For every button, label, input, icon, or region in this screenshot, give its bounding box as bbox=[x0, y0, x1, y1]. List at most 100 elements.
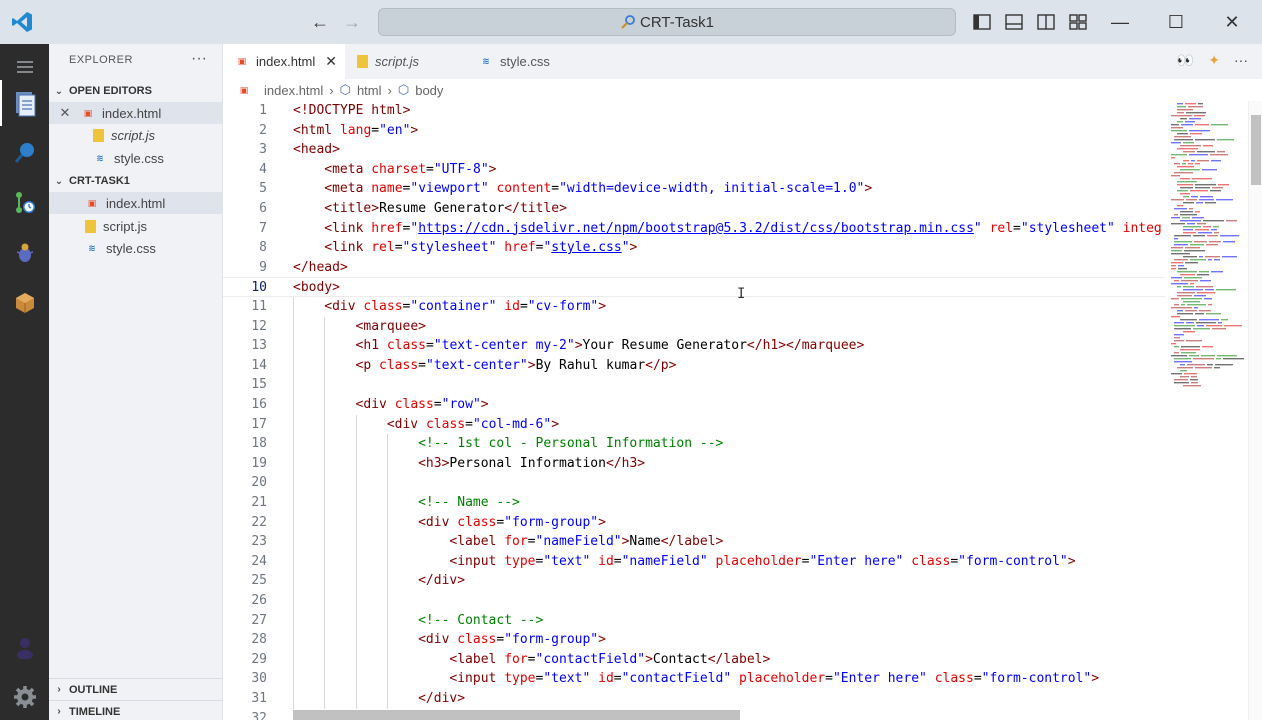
settings-gear-icon[interactable] bbox=[0, 674, 49, 720]
code-line[interactable]: 11 <div class="container" id="cv-form"> bbox=[223, 297, 1165, 317]
code-editor[interactable]: 1 <!DOCTYPE html> 2 <html lang="en"> 3 <head>… bbox=[223, 101, 1165, 720]
live-share-icon[interactable]: ✦ bbox=[1208, 52, 1220, 69]
js-file-icon bbox=[85, 219, 96, 233]
customize-layout-icon[interactable] bbox=[1068, 12, 1088, 32]
folder-section[interactable]: ⌄ CRT-TASK1 bbox=[49, 171, 223, 191]
minimap-line bbox=[1191, 160, 1195, 162]
code-line[interactable]: 29 <label for="contactField">Contact</lab… bbox=[223, 650, 1165, 670]
code-line[interactable]: 31 </div> bbox=[223, 689, 1165, 709]
more-actions-icon[interactable]: ··· bbox=[191, 50, 207, 68]
code-line[interactable]: 5 <meta name="viewport" content="width=de… bbox=[223, 179, 1165, 199]
minimap-line bbox=[1186, 199, 1197, 201]
code-line[interactable]: 21 <!-- Name --> bbox=[223, 493, 1165, 513]
horizontal-scroll-thumb[interactable] bbox=[293, 710, 740, 720]
minimap-line bbox=[1203, 226, 1211, 228]
forward-arrow-icon[interactable]: → bbox=[341, 11, 363, 33]
minimap-line bbox=[1189, 154, 1208, 156]
minimap-line bbox=[1191, 376, 1197, 378]
code-line[interactable]: 3 <head> bbox=[223, 140, 1165, 160]
tab-script-js[interactable]: script.js bbox=[345, 44, 467, 79]
code-line[interactable]: 13 <h1 class="text-center my-2">Your Resu… bbox=[223, 336, 1165, 356]
minimap-line bbox=[1174, 352, 1179, 354]
code-line[interactable]: 30 <input type="text" id="contactField" p… bbox=[223, 669, 1165, 689]
toggle-panel-icon[interactable] bbox=[1004, 12, 1024, 32]
minimap-line bbox=[1208, 304, 1212, 306]
back-arrow-icon[interactable]: ← bbox=[309, 11, 331, 33]
toggle-secondary-sidebar-icon[interactable] bbox=[1036, 12, 1056, 32]
code-line[interactable]: 10 <body> bbox=[223, 277, 1165, 297]
file-item-index[interactable]: ▣ index.html bbox=[49, 192, 222, 214]
more-actions-icon[interactable]: ··· bbox=[1234, 52, 1248, 69]
toggle-primary-sidebar-icon[interactable] bbox=[972, 12, 992, 32]
close-window-icon[interactable]: ✕ bbox=[1220, 10, 1244, 34]
code-line[interactable]: 1 <!DOCTYPE html> bbox=[223, 101, 1165, 121]
minimap-line bbox=[1214, 367, 1220, 369]
minimap-line bbox=[1204, 298, 1212, 300]
close-icon[interactable]: ✕ bbox=[325, 53, 337, 70]
code-line[interactable]: 20 bbox=[223, 473, 1165, 493]
vertical-scroll-thumb[interactable] bbox=[1251, 115, 1261, 185]
file-item-style[interactable]: ≋ style.css bbox=[49, 237, 222, 259]
code-line[interactable]: 7 <link href="https://cdn.jsdelivr.net/np… bbox=[223, 219, 1165, 239]
code-line[interactable]: 9 </head> bbox=[223, 258, 1165, 278]
minimap-line bbox=[1203, 145, 1213, 147]
code-line[interactable]: 12 <marquee> bbox=[223, 317, 1165, 337]
code-line[interactable]: 19 <h3>Personal Information</h3> bbox=[223, 454, 1165, 474]
minimap-line bbox=[1182, 217, 1190, 219]
breadcrumb-item[interactable]: html bbox=[357, 83, 382, 98]
code-line[interactable]: 18 <!-- 1st col - Personal Information --… bbox=[223, 434, 1165, 454]
maximize-icon[interactable]: ☐ bbox=[1164, 10, 1188, 34]
outline-section[interactable]: › OUTLINE bbox=[49, 678, 223, 700]
code-line[interactable]: 26 bbox=[223, 591, 1165, 611]
minimize-icon[interactable]: — bbox=[1108, 10, 1132, 34]
breadcrumb-item[interactable]: index.html bbox=[264, 83, 323, 98]
code-line[interactable]: 27 <!-- Contact --> bbox=[223, 611, 1165, 631]
minimap-line bbox=[1217, 355, 1237, 357]
breadcrumb-item[interactable]: body bbox=[415, 83, 443, 98]
code-line[interactable]: 2 <html lang="en"> bbox=[223, 121, 1165, 141]
code-line[interactable]: 14 <p class="text-center">By Rahul kumar<… bbox=[223, 356, 1165, 376]
minimap-line bbox=[1221, 319, 1228, 321]
open-editors-section[interactable]: ⌄ OPEN EDITORS bbox=[49, 81, 223, 101]
preview-icon[interactable]: 👀 bbox=[1177, 52, 1194, 69]
file-item-script[interactable]: script.js bbox=[49, 215, 222, 237]
minimap[interactable] bbox=[1165, 101, 1248, 720]
minimap-line bbox=[1212, 328, 1226, 330]
code-line[interactable]: 15 bbox=[223, 375, 1165, 395]
html-file-icon: ▣ bbox=[239, 84, 249, 95]
minimap-line bbox=[1210, 190, 1221, 192]
tab-style-css[interactable]: ≋ style.css bbox=[467, 44, 589, 79]
code-line[interactable]: 6 <title>Resume Generator</title> bbox=[223, 199, 1165, 219]
minimap-line bbox=[1183, 289, 1203, 291]
close-icon[interactable]: ✕ bbox=[49, 105, 81, 121]
minimap-line bbox=[1200, 280, 1211, 282]
open-editor-item-style[interactable]: ≋ style.css bbox=[49, 147, 222, 169]
line-number: 10 bbox=[251, 280, 267, 296]
code-text: <meta name="viewport" content="width=dev… bbox=[324, 181, 873, 197]
tab-index-html[interactable]: ▣ index.html ✕ bbox=[223, 44, 345, 79]
run-debug-icon[interactable] bbox=[0, 230, 49, 276]
search-view-icon[interactable] bbox=[0, 130, 49, 176]
code-line[interactable]: 16 <div class="row"> bbox=[223, 395, 1165, 415]
minimap-line bbox=[1180, 211, 1193, 213]
timeline-section[interactable]: › TIMELINE bbox=[49, 700, 223, 722]
code-line[interactable]: 25 </div> bbox=[223, 571, 1165, 591]
extensions-icon[interactable] bbox=[0, 280, 49, 326]
code-line[interactable]: 22 <div class="form-group"> bbox=[223, 513, 1165, 533]
open-editor-item-index[interactable]: ✕ ▣ index.html bbox=[49, 102, 222, 124]
code-line[interactable]: 17 <div class="col-md-6"> bbox=[223, 415, 1165, 435]
command-center-search[interactable]: CRT-Task1 bbox=[378, 8, 956, 36]
open-editor-item-script[interactable]: script.js bbox=[49, 124, 222, 146]
vertical-scrollbar[interactable] bbox=[1248, 101, 1262, 720]
minimap-line bbox=[1216, 289, 1236, 291]
code-line[interactable]: 23 <label for="nameField">Name</label> bbox=[223, 532, 1165, 552]
source-control-icon[interactable] bbox=[0, 180, 49, 226]
code-line[interactable]: 8 <link rel="stylesheet" href="style.css"… bbox=[223, 238, 1165, 258]
minimap-line bbox=[1171, 247, 1183, 249]
explorer-icon[interactable] bbox=[0, 80, 49, 126]
code-line[interactable]: 24 <input type="text" id="nameField" plac… bbox=[223, 552, 1165, 572]
minimap-line bbox=[1183, 160, 1189, 162]
accounts-icon[interactable] bbox=[0, 624, 49, 670]
code-line[interactable]: 4 <meta charset="UTF-8"> bbox=[223, 160, 1165, 180]
code-line[interactable]: 28 <div class="form-group"> bbox=[223, 630, 1165, 650]
